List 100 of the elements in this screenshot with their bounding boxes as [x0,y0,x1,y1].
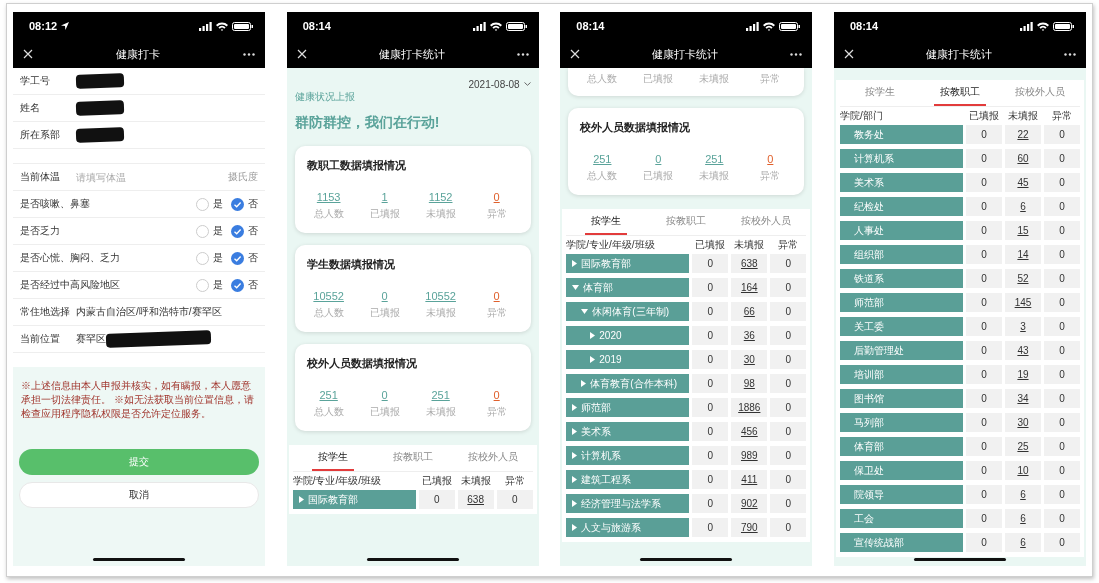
stat-value[interactable]: 251 [319,389,338,401]
row-name-cell[interactable]: 师范部 [566,398,690,417]
temperature-field[interactable]: 请填写体温 [76,171,228,183]
row-name-cell[interactable]: 2019 [566,350,690,369]
stat-value[interactable]: 0 [655,153,662,165]
tab[interactable]: 按校外人员 [1008,80,1071,106]
submit-button[interactable]: 提交 [19,449,259,475]
caret-down-icon[interactable] [581,309,589,314]
row-name-cell[interactable]: 2020 [566,326,690,345]
row-name-cell[interactable]: 关工委 [839,317,963,336]
stat-value[interactable]: 0 [493,191,500,203]
row-name-cell[interactable]: 院领导 [839,485,963,504]
count-link[interactable]: 10 [1017,465,1029,476]
tab[interactable]: 按学生 [585,209,628,235]
stat-value[interactable]: 1153 [316,191,341,203]
count-link[interactable]: 45 [1017,177,1029,188]
home-indicator[interactable] [913,557,1006,561]
row-name-cell[interactable]: 国际教育部 [292,490,416,509]
tab[interactable]: 按学生 [858,80,901,106]
count-link[interactable]: 25 [1017,441,1029,452]
row-name-cell[interactable]: 体育部 [839,437,963,456]
stat-value[interactable]: 0 [493,290,500,302]
count-link[interactable]: 6 [1020,201,1026,212]
row-name-cell[interactable]: 建筑工程系 [566,470,690,489]
caret-right-icon[interactable] [572,428,578,435]
close-icon[interactable] [843,49,854,59]
count-link[interactable]: 3 [1020,321,1026,332]
row-name-cell[interactable]: 人事处 [839,221,963,240]
caret-right-icon[interactable] [581,380,587,387]
row-name-cell[interactable]: 铁道系 [839,269,963,288]
more-icon[interactable] [1063,52,1076,56]
count-link[interactable]: 14 [1017,249,1029,260]
count-link[interactable]: 66 [743,306,755,317]
caret-right-icon[interactable] [572,524,578,531]
close-icon[interactable] [296,49,307,59]
radio-button[interactable] [196,197,209,211]
row-name-cell[interactable]: 工会 [839,509,963,528]
row-name-cell[interactable]: 国际教育部 [566,254,690,273]
count-link[interactable]: 43 [1017,345,1029,356]
count-link[interactable]: 15 [1017,225,1029,236]
tab[interactable]: 按教职工 [660,209,713,235]
count-link[interactable]: 98 [743,378,755,389]
row-name-cell[interactable]: 美术系 [839,173,963,192]
stat-value[interactable]: 1152 [428,191,453,203]
row-name-cell[interactable]: 师范部 [839,293,963,312]
stat-value[interactable]: 0 [381,389,388,401]
caret-right-icon[interactable] [572,500,578,507]
tab[interactable]: 按学生 [311,445,354,471]
caret-right-icon[interactable] [572,476,578,483]
caret-down-icon[interactable] [572,285,580,290]
radio-button[interactable] [231,251,244,265]
radio-button[interactable] [231,197,244,211]
row-name-cell[interactable]: 休闲体育(三年制) [566,302,690,321]
count-link[interactable]: 30 [1017,417,1029,428]
radio-button[interactable] [231,278,244,292]
count-link[interactable]: 6 [1020,489,1026,500]
stat-value[interactable]: 1 [381,191,388,203]
close-icon[interactable] [570,49,581,59]
chevron-down-icon[interactable] [523,82,531,86]
row-name-cell[interactable]: 图书馆 [839,389,963,408]
radio-button[interactable] [196,278,209,292]
caret-right-icon[interactable] [572,260,578,267]
home-indicator[interactable] [93,557,185,561]
stat-value[interactable]: 251 [593,153,612,165]
cancel-button[interactable]: 取消 [19,482,259,508]
row-name-cell[interactable]: 经济管理与法学系 [566,494,690,513]
count-link[interactable]: 36 [743,330,755,341]
stat-value[interactable]: 251 [431,389,450,401]
stat-value[interactable]: 0 [493,389,500,401]
count-link[interactable]: 30 [743,354,755,365]
row-name-cell[interactable]: 教务处 [839,125,963,144]
close-icon[interactable] [23,49,33,59]
count-link[interactable]: 34 [1017,393,1029,404]
row-name-cell[interactable]: 纪检处 [839,197,963,216]
more-icon[interactable] [243,52,255,56]
row-name-cell[interactable]: 人文与旅游系 [566,518,690,537]
row-name-cell[interactable]: 体育教育(合作本科) [566,374,690,393]
stat-value[interactable]: 251 [705,153,724,165]
radio-button[interactable] [196,251,209,265]
row-name-cell[interactable]: 体育部 [566,278,690,297]
caret-right-icon[interactable] [590,332,596,339]
tab[interactable]: 按校外人员 [735,209,798,235]
count-link[interactable]: 6 [1020,513,1026,524]
stat-value[interactable]: 10552 [313,290,344,302]
row-name-cell[interactable]: 宣传统战部 [839,533,963,552]
stat-value[interactable]: 0 [767,153,774,165]
radio-button[interactable] [231,224,244,238]
home-indicator[interactable] [366,557,459,561]
more-icon[interactable] [790,52,803,56]
count-link[interactable]: 6 [1020,537,1026,548]
count-link[interactable]: 22 [1017,129,1029,140]
stat-value[interactable]: 10552 [425,290,456,302]
date-picker[interactable]: 2021-08-08 [468,78,520,90]
tab[interactable]: 按教职工 [386,445,439,471]
row-name-cell[interactable]: 计算机系 [839,149,963,168]
count-link[interactable]: 52 [1017,273,1029,284]
row-name-cell[interactable]: 马列部 [839,413,963,432]
home-indicator[interactable] [640,557,733,561]
caret-right-icon[interactable] [590,356,596,363]
row-name-cell[interactable]: 保卫处 [839,461,963,480]
